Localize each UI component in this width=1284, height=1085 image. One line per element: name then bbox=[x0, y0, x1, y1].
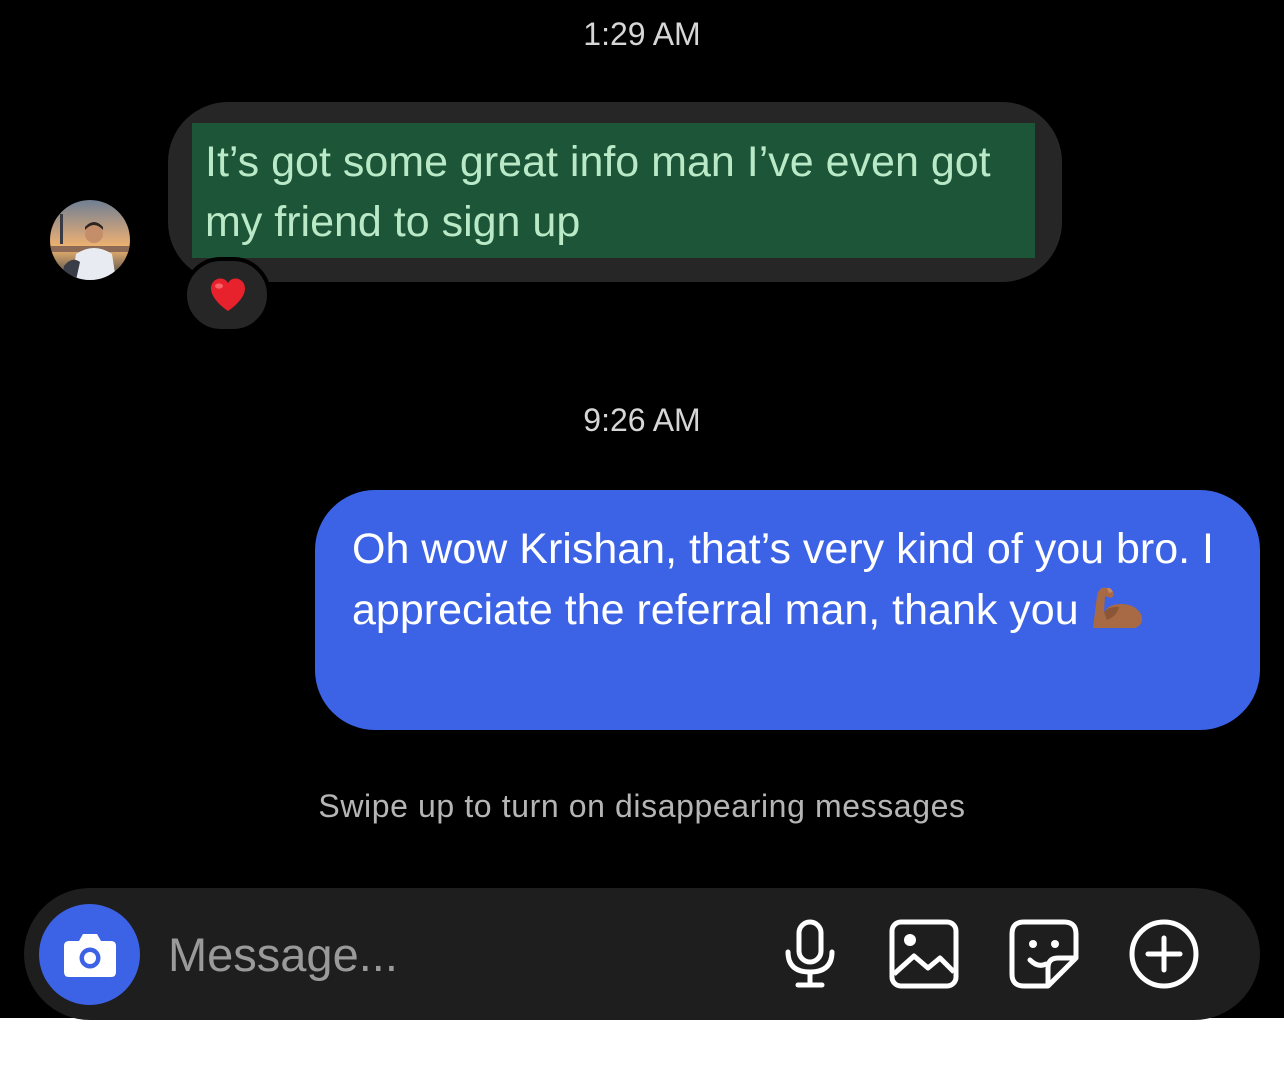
outgoing-message-text: Oh wow Krishan, that’s very kind of you … bbox=[352, 525, 1214, 634]
avatar-photo bbox=[50, 200, 130, 280]
add-icon bbox=[1129, 919, 1199, 989]
add-button[interactable] bbox=[1126, 916, 1202, 992]
message-input[interactable] bbox=[168, 924, 728, 984]
timestamp: 9:26 AM bbox=[583, 402, 701, 438]
avatar[interactable] bbox=[50, 200, 130, 280]
timestamp: 1:29 AM bbox=[583, 16, 701, 52]
sticker-button[interactable] bbox=[1006, 916, 1082, 992]
disappearing-messages-hint: Swipe up to turn on disappearing message… bbox=[318, 788, 966, 824]
flexed-biceps-icon bbox=[1092, 587, 1142, 628]
microphone-button[interactable] bbox=[772, 916, 848, 992]
message-composer bbox=[24, 888, 1260, 1020]
outgoing-message-content: Oh wow Krishan, that’s very kind of you … bbox=[352, 519, 1232, 641]
gallery-button[interactable] bbox=[886, 916, 962, 992]
outgoing-message-bubble[interactable]: Oh wow Krishan, that’s very kind of you … bbox=[315, 490, 1260, 730]
camera-button[interactable] bbox=[39, 904, 140, 1005]
red-heart-icon bbox=[211, 278, 245, 311]
camera-icon bbox=[64, 934, 116, 977]
incoming-message-text: It’s got some great info man I’ve even g… bbox=[205, 138, 991, 246]
microphone-icon bbox=[785, 919, 835, 988]
reaction-badge[interactable] bbox=[183, 257, 271, 333]
sticker-icon bbox=[1009, 919, 1079, 989]
gallery-icon bbox=[889, 919, 959, 989]
incoming-message-bubble[interactable]: It’s got some great info man I’ve even g… bbox=[168, 102, 1062, 282]
chat-screen: 1:29 AM It’s got some great info man I’v… bbox=[0, 0, 1284, 1020]
